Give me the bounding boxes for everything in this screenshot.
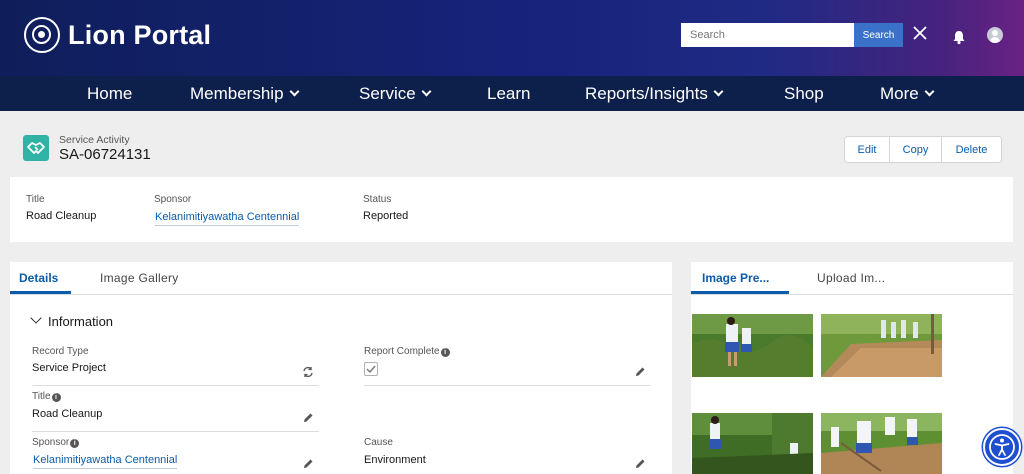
accessibility-button[interactable]	[983, 428, 1021, 466]
gallery-image[interactable]	[821, 413, 942, 474]
main-nav: Home Membership Service Learn Reports/In…	[0, 76, 1024, 111]
lions-logo-icon[interactable]	[24, 17, 60, 53]
highlights-panel: Title Road Cleanup Sponsor Kelanimitiyaw…	[10, 177, 1013, 242]
highlight-title-label: Title	[26, 194, 45, 205]
tab-details[interactable]: Details	[10, 262, 71, 294]
chevron-down-icon	[421, 86, 432, 97]
gallery-image[interactable]	[821, 314, 942, 377]
handshake-icon	[23, 135, 49, 161]
highlight-sponsor-link[interactable]: Kelanimitiyawatha Centennial	[155, 211, 300, 226]
brand-name[interactable]: Lion Portal	[68, 20, 211, 51]
details-card: Details Image Gallery Information Record…	[10, 262, 672, 474]
chevron-down-icon[interactable]	[30, 312, 42, 324]
section-title-information[interactable]: Information	[48, 314, 113, 329]
nav-item-learn[interactable]: Learn	[487, 84, 530, 104]
search-button[interactable]: Search	[854, 23, 903, 47]
field-label-cause: Cause	[364, 437, 393, 448]
nav-item-membership[interactable]: Membership	[190, 84, 299, 104]
field-value-cause: Environment	[364, 454, 426, 466]
tab-image-preview[interactable]: Image Pre...	[691, 262, 789, 294]
edit-pencil-icon[interactable]	[302, 458, 314, 470]
user-avatar-icon[interactable]	[987, 27, 1003, 43]
field-label-report-complete: Report Complete i	[364, 346, 450, 357]
close-icon[interactable]	[911, 24, 929, 42]
record-header: Service Activity SA-06724131 Edit Copy D…	[10, 122, 1013, 172]
gallery-image[interactable]	[692, 413, 813, 474]
nav-item-service[interactable]: Service	[359, 84, 432, 104]
bell-icon[interactable]	[951, 29, 967, 45]
edit-button[interactable]: Edit	[845, 137, 889, 162]
tab-upload-image[interactable]: Upload Im...	[817, 262, 885, 294]
record-object-type: Service Activity	[59, 134, 130, 146]
chevron-down-icon	[289, 86, 299, 97]
change-record-type-icon[interactable]	[302, 366, 314, 378]
highlight-sponsor-label: Sponsor	[154, 194, 192, 205]
tab-image-gallery[interactable]: Image Gallery	[100, 262, 179, 294]
record-id: SA-06724131	[59, 146, 151, 163]
nav-item-more[interactable]: More	[880, 84, 935, 104]
chevron-down-icon	[924, 86, 935, 97]
highlight-status-value: Reported	[363, 210, 409, 222]
gallery-image[interactable]	[692, 314, 813, 377]
nav-item-reports-insights[interactable]: Reports/Insights	[585, 84, 724, 104]
info-icon[interactable]: i	[440, 348, 450, 357]
accessibility-icon	[989, 434, 1015, 460]
image-panel: Image Pre... Upload Im...	[691, 262, 1013, 474]
chevron-down-icon	[713, 86, 724, 97]
field-label-record-type: Record Type	[32, 346, 89, 357]
search-input[interactable]	[681, 23, 855, 47]
edit-pencil-icon[interactable]	[634, 366, 646, 378]
edit-pencil-icon[interactable]	[634, 458, 646, 470]
copy-button[interactable]: Copy	[889, 137, 941, 162]
top-header: Lion Portal Search	[0, 0, 1024, 76]
field-value-record-type: Service Project	[32, 362, 106, 374]
highlight-title-value: Road Cleanup	[26, 210, 97, 222]
highlight-status-label: Status	[363, 194, 392, 205]
record-actions: Edit Copy Delete	[844, 136, 1002, 163]
nav-item-shop[interactable]: Shop	[784, 84, 824, 104]
field-label-title: Title i	[32, 391, 61, 402]
report-complete-checkbox	[364, 362, 378, 376]
delete-button[interactable]: Delete	[941, 137, 1001, 162]
edit-pencil-icon[interactable]	[302, 412, 314, 424]
field-value-title: Road Cleanup	[32, 408, 103, 420]
info-icon[interactable]: i	[51, 393, 61, 402]
field-label-sponsor: Sponsor i	[32, 437, 80, 448]
field-link-sponsor[interactable]: Kelanimitiyawatha Centennial	[33, 454, 178, 469]
info-icon[interactable]: i	[70, 439, 80, 448]
nav-item-home[interactable]: Home	[87, 84, 132, 104]
